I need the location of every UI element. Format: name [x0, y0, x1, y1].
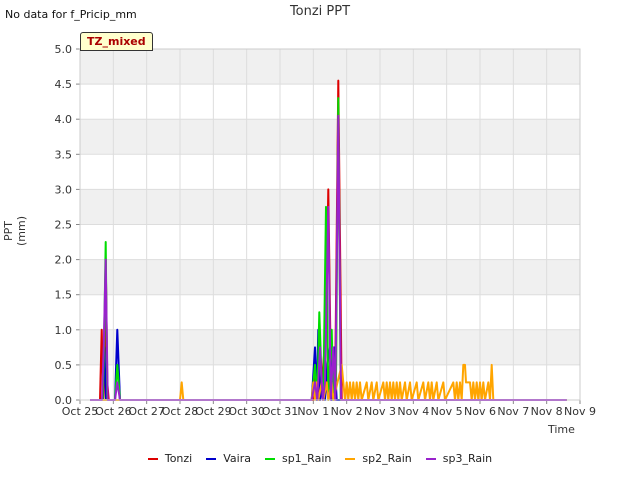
legend-swatch — [147, 457, 158, 460]
y-tick-label: 4.5 — [55, 78, 73, 91]
legend-item: sp1_Rain — [264, 452, 332, 465]
x-tick-label: Nov 6 — [464, 405, 496, 418]
legend-label: sp3_Rain — [442, 452, 493, 465]
legend: Tonzi Vaira sp1_Rain sp2_Rain sp3_Rain — [0, 452, 640, 465]
x-tick-label: Nov 9 — [564, 405, 596, 418]
x-tick-label: Nov 8 — [531, 405, 563, 418]
legend-label: Tonzi — [164, 452, 193, 465]
legend-swatch — [345, 457, 356, 460]
legend-label: sp2_Rain — [362, 452, 412, 465]
x-tick-label: Oct 29 — [195, 405, 232, 418]
legend-label: sp1_Rain — [281, 452, 332, 465]
x-tick-label: Oct 26 — [95, 405, 132, 418]
plot-band — [80, 84, 580, 120]
x-tick-label: Oct 30 — [228, 405, 265, 418]
x-tick-label: Nov 7 — [497, 405, 529, 418]
y-tick-label: 2.5 — [55, 219, 73, 232]
y-tick-label: 5.0 — [55, 43, 73, 56]
x-tick-label: Oct 25 — [62, 405, 99, 418]
y-tick-label: 0.5 — [55, 359, 73, 372]
y-tick-label: 3.0 — [55, 183, 73, 196]
plot-band — [80, 189, 580, 225]
y-tick-label: 1.5 — [55, 289, 73, 302]
y-tick-label: 4.0 — [55, 113, 73, 126]
legend-item: Tonzi — [147, 452, 193, 465]
y-tick-label: 3.5 — [55, 148, 73, 161]
x-tick-label: Nov 4 — [397, 405, 429, 418]
x-tick-label: Nov 1 — [297, 405, 329, 418]
legend-label: Vaira — [223, 452, 251, 465]
y-tick-label: 1.0 — [55, 324, 73, 337]
plot-band — [80, 119, 580, 155]
plot-band — [80, 154, 580, 190]
legend-item: sp2_Rain — [345, 452, 412, 465]
legend-swatch — [264, 457, 275, 460]
x-tick-label: Nov 2 — [331, 405, 363, 418]
chart: Tonzi PPT No data for f_Pricip_mm PPT (m… — [0, 0, 640, 480]
legend-swatch — [425, 457, 436, 460]
legend-item: Vaira — [206, 452, 251, 465]
site-badge: TZ_mixed — [80, 32, 153, 51]
legend-swatch — [206, 457, 217, 460]
x-tick-label: Oct 31 — [262, 405, 299, 418]
x-tick-label: Nov 3 — [364, 405, 396, 418]
legend-item: sp3_Rain — [425, 452, 493, 465]
y-tick-label: 2.0 — [55, 254, 73, 267]
plot-area: 0.00.51.01.52.02.53.03.54.04.55.0 Oct 25… — [55, 43, 596, 418]
x-tick-label: Nov 5 — [431, 405, 463, 418]
plot-band — [80, 49, 580, 85]
x-tick-label: Oct 27 — [128, 405, 165, 418]
x-tick-label: Oct 28 — [162, 405, 199, 418]
